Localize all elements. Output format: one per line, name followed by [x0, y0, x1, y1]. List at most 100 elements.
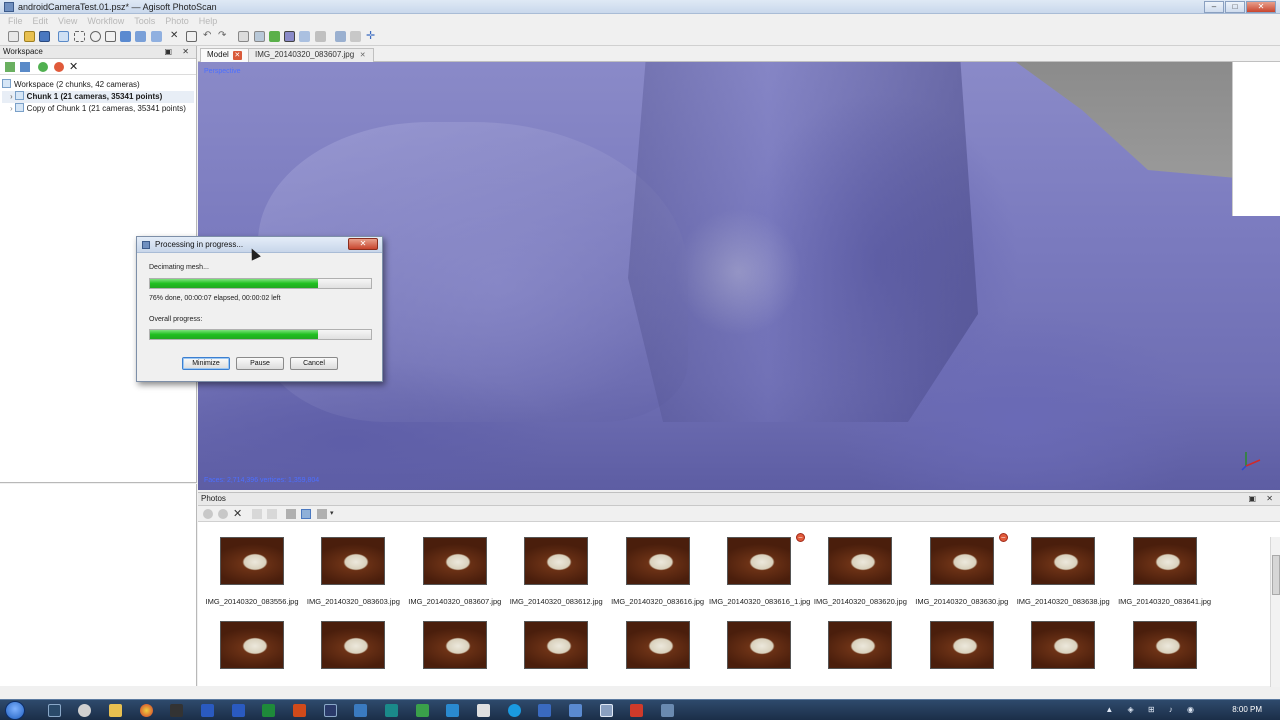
photo-thumbnail[interactable]: IMG_20140320_083616.jpg — [608, 537, 708, 617]
enable-cameras-icon[interactable] — [203, 509, 213, 519]
close-tab-icon[interactable]: ✕ — [232, 51, 242, 60]
rotate-object-icon[interactable] — [135, 31, 146, 42]
remove-cameras-icon[interactable]: ✕ — [233, 509, 243, 520]
photo-thumbnail[interactable] — [709, 621, 809, 701]
photo-thumbnail[interactable] — [608, 621, 708, 701]
photo-thumbnail[interactable] — [506, 621, 606, 701]
show-cameras-icon[interactable] — [335, 31, 346, 42]
photo-thumbnail[interactable]: IMG_20140320_083630.jpg – — [912, 533, 1012, 617]
maximize-button[interactable]: □ — [1225, 1, 1245, 13]
app-icon-8[interactable] — [661, 704, 674, 717]
disable-icon[interactable] — [54, 62, 64, 72]
reset-view-icon[interactable]: ✛ — [366, 31, 377, 42]
photo-thumbnail[interactable]: IMG_20140320_083616_1.jpg – — [709, 533, 810, 617]
new-document-icon[interactable] — [8, 31, 19, 42]
app-icon-4[interactable] — [477, 704, 490, 717]
photo-thumbnail[interactable]: IMG_20140320_083603.jpg — [303, 537, 403, 617]
delete-selection-icon[interactable]: ✕ — [170, 31, 181, 42]
open-folder-icon[interactable] — [24, 31, 35, 42]
photoscan-taskbar-icon[interactable] — [324, 704, 337, 717]
photos-panel-controls[interactable]: ▣ ✕ — [1249, 494, 1277, 503]
photo-thumbnail[interactable]: IMG_20140320_083641.jpg — [1115, 537, 1215, 617]
mask-icon[interactable] — [252, 509, 262, 519]
excel-icon[interactable] — [262, 704, 275, 717]
photo-thumbnail[interactable] — [303, 621, 403, 701]
photo-thumbnail[interactable]: IMG_20140320_083620.jpg — [810, 537, 910, 617]
save-icon[interactable] — [39, 31, 50, 42]
crop-selection-icon[interactable] — [186, 31, 197, 42]
view-mode-icon[interactable] — [317, 509, 327, 519]
import-masks-icon[interactable] — [267, 509, 277, 519]
photo-thumbnail[interactable]: IMG_20140320_083607.jpg — [405, 537, 505, 617]
scrollbar-thumb[interactable] — [1272, 555, 1280, 595]
chrome-icon[interactable] — [140, 704, 153, 717]
menu-workflow[interactable]: Workflow — [83, 14, 130, 28]
circle-selection-icon[interactable] — [90, 31, 101, 42]
taskbar-clock[interactable]: 8:00 PM — [1232, 705, 1262, 714]
close-window-button[interactable]: ✕ — [1246, 1, 1276, 13]
tree-item-chunk-1[interactable]: › Chunk 1 (21 cameras, 35341 points) — [2, 91, 194, 103]
media-player-icon[interactable] — [78, 704, 91, 717]
menu-photo[interactable]: Photo — [161, 14, 195, 28]
app-icon-6[interactable] — [569, 704, 582, 717]
app-icon-5[interactable] — [538, 704, 551, 717]
menu-help[interactable]: Help — [195, 14, 224, 28]
resize-region-icon[interactable] — [151, 31, 162, 42]
thumbnails-icon[interactable] — [286, 509, 296, 519]
cancel-button[interactable]: Cancel — [290, 357, 338, 370]
close-tab-icon[interactable]: ✕ — [358, 51, 367, 60]
tab-model[interactable]: Model ✕ — [200, 48, 249, 62]
menu-view[interactable]: View — [54, 14, 83, 28]
start-button[interactable] — [5, 701, 25, 720]
navigation-icon[interactable] — [58, 31, 69, 42]
details-icon[interactable] — [301, 509, 311, 519]
photo-thumbnail[interactable] — [202, 621, 302, 701]
photo-thumbnail[interactable]: IMG_20140320_083638.jpg — [1013, 537, 1113, 617]
photo-thumbnail[interactable] — [810, 621, 910, 701]
free-form-selection-icon[interactable] — [105, 31, 116, 42]
photoshop-icon[interactable] — [354, 704, 367, 717]
rectangle-selection-icon[interactable] — [74, 31, 85, 42]
powerpoint-icon[interactable] — [293, 704, 306, 717]
point-cloud-icon[interactable] — [238, 31, 249, 42]
photo-thumbnail[interactable] — [405, 621, 505, 701]
wireframe-icon[interactable] — [299, 31, 310, 42]
tree-item-chunk-copy[interactable]: › Copy of Chunk 1 (21 cameras, 35341 poin… — [2, 103, 194, 115]
textured-model-icon[interactable] — [315, 31, 326, 42]
photo-thumbnail[interactable] — [912, 621, 1012, 701]
expand-arrow-icon[interactable]: › — [10, 92, 13, 101]
dialog-close-button[interactable]: ✕ — [348, 238, 378, 250]
tab-photo[interactable]: IMG_20140320_083607.jpg ✕ — [248, 48, 375, 62]
tree-item-workspace[interactable]: Workspace (2 chunks, 42 cameras) — [2, 79, 194, 91]
app-icon[interactable] — [385, 704, 398, 717]
solid-model-icon[interactable] — [284, 31, 295, 42]
app-icon-2[interactable] — [416, 704, 429, 717]
explorer-icon[interactable] — [109, 704, 122, 717]
undo-icon[interactable]: ↶ — [203, 31, 214, 42]
pause-button[interactable]: Pause — [236, 357, 284, 370]
skype-icon[interactable] — [508, 704, 521, 717]
photo-thumbnail[interactable]: IMG_20140320_083612.jpg — [506, 537, 606, 617]
app-icon-7[interactable] — [600, 704, 613, 717]
outlook-icon[interactable] — [201, 704, 214, 717]
menu-edit[interactable]: Edit — [29, 14, 55, 28]
expand-arrow-icon[interactable]: › — [10, 104, 13, 113]
photo-thumbnail[interactable]: IMG_20140320_083556.jpg — [202, 537, 302, 617]
terminal-icon[interactable] — [170, 704, 183, 717]
enable-icon[interactable] — [38, 62, 48, 72]
show-region-icon[interactable] — [350, 31, 361, 42]
acrobat-icon[interactable] — [630, 704, 643, 717]
chevron-down-icon[interactable]: ▾ — [330, 509, 340, 519]
photo-thumbnail[interactable] — [1013, 621, 1113, 701]
remove-items-icon[interactable]: ✕ — [69, 62, 79, 73]
system-tray[interactable]: ▲ ◈ ⊞ ♪ ◉ — [1105, 705, 1200, 714]
dense-cloud-icon[interactable] — [254, 31, 265, 42]
add-photos-icon[interactable] — [20, 62, 30, 72]
dialog-titlebar[interactable]: Processing in progress... ✕ — [137, 237, 382, 253]
show-desktop-icon[interactable] — [48, 704, 61, 717]
shaded-model-icon[interactable] — [269, 31, 280, 42]
minimize-dialog-button[interactable]: Minimize — [182, 357, 230, 370]
word-icon[interactable] — [232, 704, 245, 717]
app-icon-3[interactable] — [446, 704, 459, 717]
workspace-panel-controls[interactable]: ▣ ✕ — [165, 47, 193, 56]
